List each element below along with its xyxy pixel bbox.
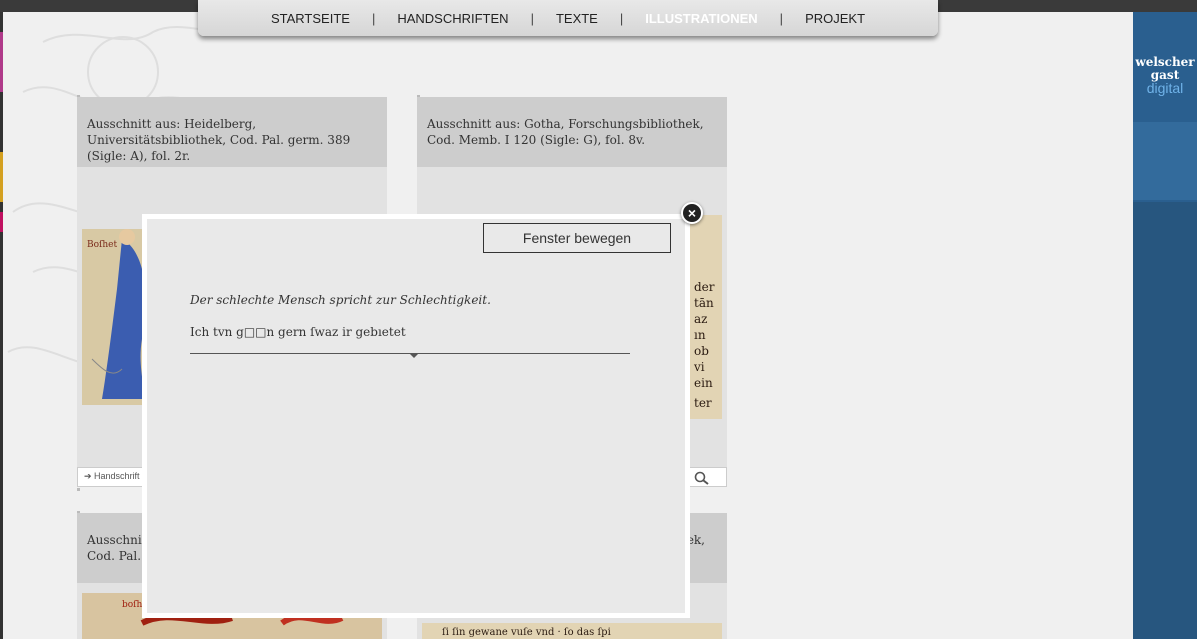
search-icon[interactable]	[687, 467, 727, 487]
svg-text:tān: tān	[694, 296, 714, 310]
svg-text:ob: ob	[694, 344, 709, 358]
move-window-button[interactable]: Fenster bewegen	[483, 223, 671, 253]
svg-text:ın: ın	[694, 328, 706, 342]
svg-text:ter: ter	[694, 396, 712, 410]
close-icon[interactable]: ×	[681, 202, 703, 224]
nav-startseite[interactable]: STARTSEITE	[249, 11, 372, 26]
dialog-content: Fenster bewegen Der schlechte Mensch spr…	[147, 219, 685, 613]
svg-text:Boſhet: Boſhet	[87, 240, 117, 250]
nav-projekt[interactable]: PROJEKT	[783, 11, 887, 26]
nav-texte[interactable]: TEXTE	[534, 11, 620, 26]
sidebar-panel	[1133, 202, 1197, 639]
svg-text:az: az	[694, 312, 707, 326]
dialog-title: Der schlechte Mensch spricht zur Schlech…	[190, 293, 491, 307]
manuscript-image[interactable]: ſi ſin gewane vuſe vnd · ſo das ſpi	[422, 623, 722, 639]
main-nav: STARTSEITE | HANDSCHRIFTEN | TEXTE | ILL…	[198, 0, 938, 36]
chevron-down-icon	[409, 353, 419, 358]
svg-text:ſi ſin gewane vuſe vnd · ſo: ſi ſin gewane vuſe vnd · ſo das ſpi	[442, 627, 611, 638]
right-sidebar: welscher gast digital	[1133, 12, 1197, 639]
svg-text:vi: vi	[693, 360, 705, 374]
verse-text: Ich tvn g□□n gern ſwaz ir gebıetet	[190, 325, 406, 339]
sidebar-block	[1133, 122, 1197, 200]
nav-handschriften[interactable]: HANDSCHRIFTEN	[375, 11, 530, 26]
logo-line-3: digital	[1146, 80, 1184, 96]
verse-dialog: Fenster bewegen Der schlechte Mensch spr…	[142, 214, 690, 618]
svg-text:ein: ein	[694, 376, 713, 390]
site-logo[interactable]: welscher gast digital	[1133, 12, 1197, 120]
svg-text:der: der	[694, 280, 715, 294]
card-caption: Ausschnitt aus: Gotha, Forschungsbibliot…	[417, 97, 727, 167]
nav-illustrationen[interactable]: ILLUSTRATIONEN	[623, 11, 779, 26]
card-caption: Ausschnitt aus: Heidelberg, Universitäts…	[77, 97, 387, 167]
